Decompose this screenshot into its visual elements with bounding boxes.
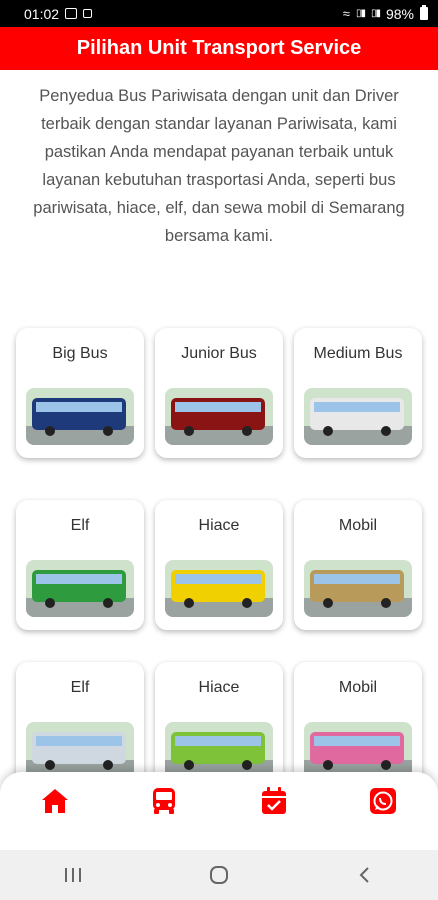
nav-home-button[interactable] <box>38 785 72 817</box>
unit-image <box>26 388 134 445</box>
unit-image <box>165 722 273 779</box>
bus-photo <box>26 560 134 617</box>
unit-card-hiace[interactable]: Hiace <box>155 500 283 630</box>
unit-image <box>165 388 273 445</box>
app-notification-icon <box>83 9 93 18</box>
unit-image <box>304 722 412 779</box>
unit-title: Junior Bus <box>181 345 257 362</box>
bus-photo <box>26 388 134 445</box>
page-title: Pilihan Unit Transport Service <box>76 37 362 59</box>
home-icon <box>41 789 68 813</box>
unit-card-junior-bus[interactable]: Junior Bus <box>155 328 283 458</box>
calendar-check-icon <box>261 787 286 814</box>
bus-photo <box>165 388 273 445</box>
intro-text: Penyedua Bus Pariwisata dengan unit dan … <box>33 87 405 245</box>
nav-whatsapp-button[interactable] <box>366 785 400 817</box>
unit-title: Big Bus <box>52 345 108 362</box>
unit-title: Elf <box>70 679 90 696</box>
home-system-button[interactable] <box>199 855 239 895</box>
signal-1-icon: ▯▮ <box>355 8 366 19</box>
back-icon <box>359 867 369 883</box>
unit-card-elf[interactable]: Elf <box>16 500 144 630</box>
unit-image <box>26 560 134 617</box>
unit-title: Mobil <box>338 517 378 534</box>
status-bar: 01:02 ≈ ▯▮ ▯▮ 98% <box>0 0 438 27</box>
bottom-nav <box>0 772 438 850</box>
unit-image <box>304 388 412 445</box>
battery-percent: 98% <box>385 5 414 22</box>
whatsapp-icon <box>370 788 397 814</box>
nav-bus-button[interactable] <box>147 785 181 817</box>
wifi-icon: ≈ <box>342 6 350 21</box>
unit-image <box>165 560 273 617</box>
signal-2-icon: ▯▮ <box>370 8 381 19</box>
unit-title: Mobil <box>338 679 378 696</box>
unit-image <box>26 722 134 779</box>
unit-card-medium-bus[interactable]: Medium Bus <box>294 328 422 458</box>
recent-apps-icon <box>65 868 81 882</box>
bus-photo <box>304 388 412 445</box>
recent-apps-button[interactable] <box>53 855 93 895</box>
system-nav-bar <box>0 850 438 900</box>
unit-title: Elf <box>70 517 90 534</box>
back-button[interactable] <box>345 855 385 895</box>
home-circle-icon <box>210 866 228 884</box>
bus-photo <box>304 560 412 617</box>
battery-icon <box>420 5 428 20</box>
app-bar: Pilihan Unit Transport Service <box>0 27 438 70</box>
gallery-notification-icon <box>65 8 78 19</box>
unit-title: Hiace <box>198 679 240 696</box>
unit-image <box>304 560 412 617</box>
bus-photo <box>165 560 273 617</box>
unit-card-mobil[interactable]: Mobil <box>294 500 422 630</box>
bus-photo <box>304 722 412 779</box>
nav-booking-button[interactable] <box>257 785 291 817</box>
bus-photo <box>26 722 134 779</box>
unit-card-big-bus[interactable]: Big Bus <box>16 328 144 458</box>
status-time: 01:02 <box>24 5 60 22</box>
bus-icon <box>153 788 176 814</box>
unit-title: Medium Bus <box>313 345 403 362</box>
bus-photo <box>165 722 273 779</box>
unit-title: Hiace <box>198 517 240 534</box>
